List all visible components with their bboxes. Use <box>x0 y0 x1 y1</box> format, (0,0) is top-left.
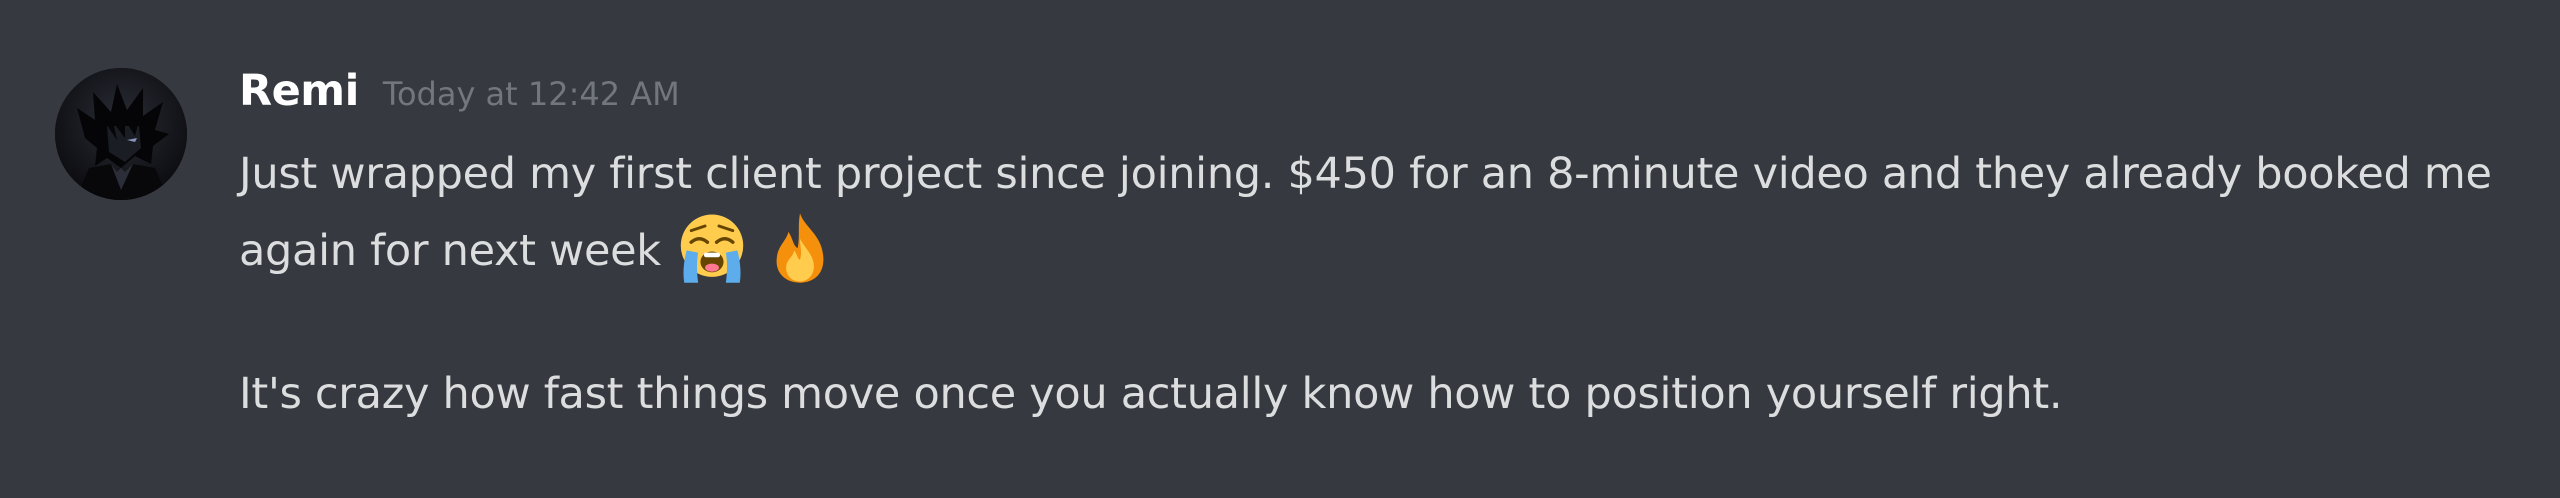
username[interactable]: Remi <box>239 66 359 116</box>
timestamp[interactable]: Today at 12:42 AM <box>383 75 680 113</box>
message-header: Remi Today at 12:42 AM <box>239 66 680 130</box>
loudly-crying-face-icon <box>680 214 744 283</box>
avatar[interactable] <box>55 68 187 200</box>
message-line: It's crazy how fast things move once you… <box>239 369 2063 419</box>
chat-message: Remi Today at 12:42 AM Just wrapped my f… <box>0 0 2560 498</box>
message-line: again for next week <box>239 226 661 276</box>
avatar-image <box>55 68 187 200</box>
message-line-with-emojis: again for next week <box>239 211 2529 288</box>
message-content: Just wrapped my first client project sin… <box>239 138 2529 431</box>
loudly-crying-face-emoji[interactable] <box>675 211 749 285</box>
message-line: Just wrapped my first client project sin… <box>239 149 2492 199</box>
fire-icon <box>776 213 824 283</box>
fire-emoji[interactable] <box>763 211 837 285</box>
